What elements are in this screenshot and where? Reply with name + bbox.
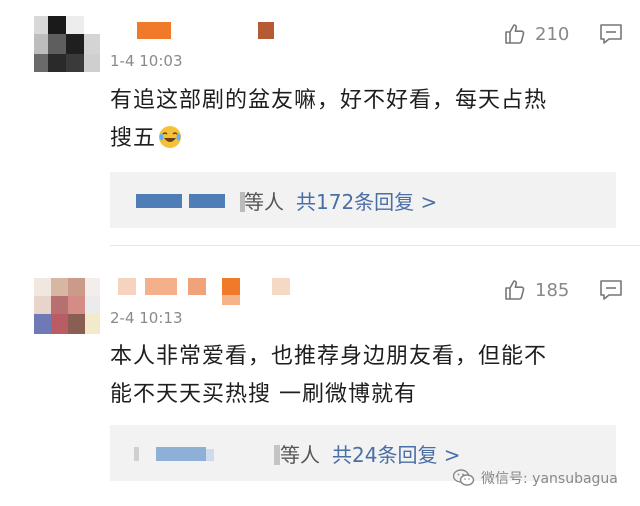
like-button[interactable]: 210 — [503, 22, 569, 46]
reply-button[interactable] — [599, 279, 623, 305]
crying-laughing-emoji-icon — [159, 126, 182, 148]
comment-icon — [600, 280, 622, 300]
comment-text-line: 本人非常爱看，也推荐身边朋友看，但能不 — [110, 344, 548, 369]
comment-icon — [600, 24, 622, 44]
reply-users-suffix: 等人 — [244, 190, 284, 214]
wechat-icon — [453, 469, 475, 486]
thumbs-up-icon — [505, 280, 525, 300]
thumbs-up-icon — [505, 24, 525, 44]
comment-item: 1-4 10:03 210 有追这部剧的盆友嘛，好不好看，每天占热 搜五 等人 … — [0, 0, 640, 245]
watermark-text: 微信号: yansubagua — [481, 471, 618, 487]
reply-button[interactable] — [599, 23, 623, 49]
reply-preview[interactable]: 等人 共172条回复 > — [110, 172, 616, 228]
reply-users-suffix: 等人 — [280, 443, 320, 467]
comment-time: 1-4 10:03 — [110, 52, 183, 70]
comment-time: 2-4 10:13 — [110, 309, 183, 327]
comment-text-line: 有追这部剧的盆友嘛，好不好看，每天占热 — [110, 88, 548, 113]
avatar[interactable] — [34, 278, 100, 334]
view-replies-link[interactable]: 共24条回复 > — [332, 443, 461, 467]
watermark: 微信号: yansubagua — [453, 468, 618, 488]
like-count: 185 — [535, 279, 570, 301]
comment-text: 本人非常爱看，也推荐身边朋友看，但能不 能不天天买热搜 一刷微博就有 — [110, 338, 610, 414]
comment-text-line: 搜五 — [110, 126, 157, 151]
divider — [110, 245, 640, 246]
comment-text: 有追这部剧的盆友嘛，好不好看，每天占热 搜五 — [110, 82, 610, 158]
avatar[interactable] — [34, 16, 100, 72]
like-button[interactable]: 185 — [503, 278, 569, 302]
view-replies-link[interactable]: 共172条回复 > — [296, 190, 437, 214]
comment-text-line: 能不天天买热搜 一刷微博就有 — [110, 382, 417, 407]
like-count: 210 — [535, 23, 570, 45]
